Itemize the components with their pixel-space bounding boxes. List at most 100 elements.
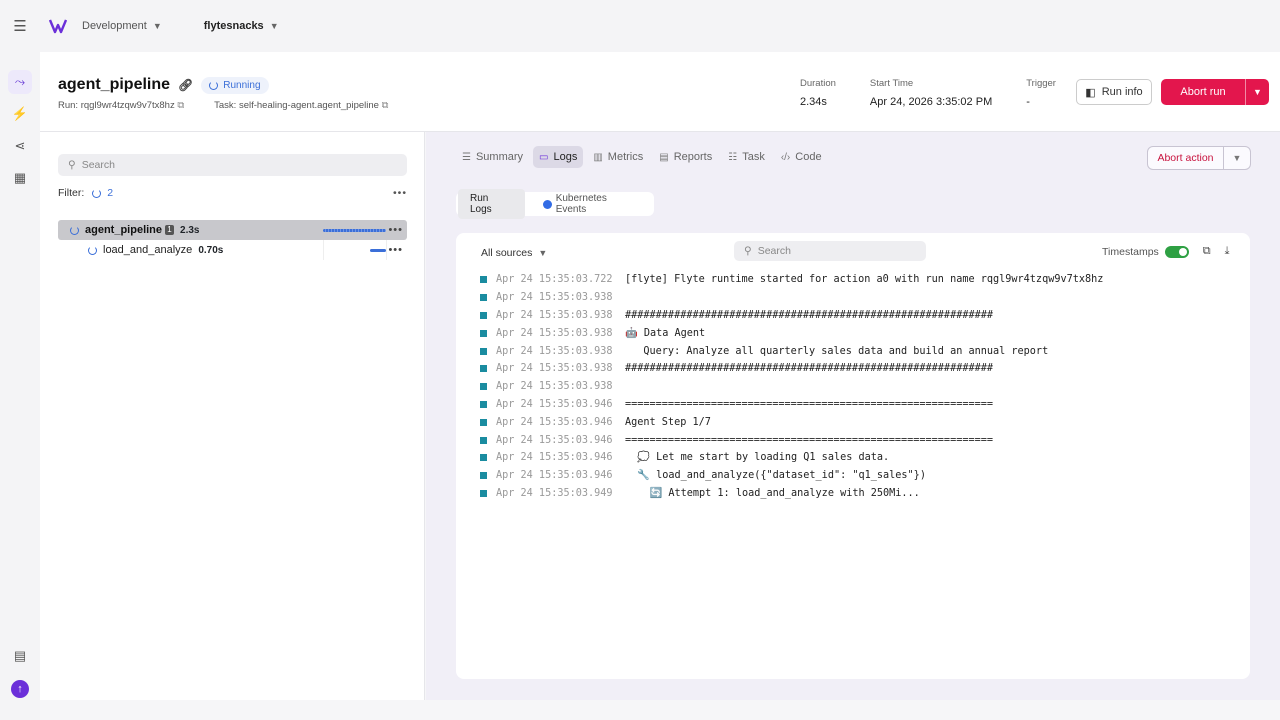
filter-label: Filter: xyxy=(58,187,85,199)
log-marker xyxy=(480,400,487,408)
search-placeholder: Search xyxy=(757,245,791,257)
triggers-icon[interactable]: ⚡ xyxy=(8,102,32,126)
log-lines: Apr 24 15:35:03.722 [flyte] Flyte runtime… xyxy=(480,271,1240,502)
task-id-text: Task: self-healing-agent.agent_pipeline xyxy=(214,100,379,111)
log-timestamp: Apr 24 15:35:03.938 xyxy=(496,381,613,393)
logo-icon[interactable] xyxy=(40,18,76,34)
abort-action-label: Abort action xyxy=(1157,152,1214,164)
abort-run-button[interactable]: Abort run ▼ xyxy=(1161,79,1269,105)
log-marker xyxy=(480,329,487,337)
status-badge: Running xyxy=(201,76,269,94)
subtab-label: Run Logs xyxy=(470,193,492,215)
tab-task[interactable]: ☷ Task xyxy=(722,146,771,168)
domain-selector[interactable]: flytesnacks ▼ xyxy=(204,20,279,32)
copy-icon[interactable]: ⧉ xyxy=(177,100,184,111)
timestamps-label: Timestamps xyxy=(1102,245,1159,258)
share-icon[interactable]: ⋖ xyxy=(8,134,32,158)
project-selector[interactable]: Development ▼ xyxy=(82,20,162,32)
filter-row: Filter: 2 ••• xyxy=(58,187,407,199)
menu-icon[interactable]: ☰ xyxy=(0,17,40,35)
log-message: ########################################… xyxy=(625,309,994,321)
tab-code[interactable]: ‹/› Code xyxy=(775,146,828,168)
spinner-icon xyxy=(70,225,79,235)
tab-logs[interactable]: ▭ Logs xyxy=(533,146,584,168)
log-marker xyxy=(480,365,487,373)
log-marker xyxy=(480,347,487,355)
panel-icon: ◧ xyxy=(1085,86,1096,99)
tab-label: Summary xyxy=(475,151,524,163)
spinner-icon xyxy=(88,245,97,255)
more-icon[interactable]: ••• xyxy=(388,244,403,256)
search-placeholder: Search xyxy=(81,159,115,171)
run-meta: Run: rqgl9wr4tzqw9v7tx8hz ⧉ Task: self-h… xyxy=(58,100,388,111)
log-line: Apr 24 15:35:03.938 xyxy=(480,289,1240,307)
log-line: Apr 24 15:35:03.946 💭 Let me start by lo… xyxy=(480,449,1240,467)
run-info-button[interactable]: ◧ Run info xyxy=(1076,79,1152,105)
log-timestamp: Apr 24 15:35:03.938 xyxy=(496,309,613,321)
log-timestamp: Apr 24 15:35:03.946 xyxy=(496,470,613,482)
duration-value: 2.34s xyxy=(800,96,827,108)
run-info-label: Run info xyxy=(1101,86,1143,98)
status-text: Running xyxy=(223,79,261,91)
tree-search-input[interactable]: ⚲ Search xyxy=(58,154,407,176)
tab-metrics[interactable]: ▥ Metrics xyxy=(587,146,649,168)
terminal-icon: ▭ xyxy=(539,151,549,163)
search-icon: ⚲ xyxy=(68,159,76,171)
log-marker xyxy=(480,454,487,462)
trigger-value: - xyxy=(1026,96,1030,108)
detail-tabs: ☰ Summary ▭ Logs ▥ Metrics ▤ Reports ☷ Task ‹… xyxy=(456,146,828,168)
trigger-label: Trigger xyxy=(1026,78,1056,89)
trigger-stat: Trigger - xyxy=(1026,78,1056,108)
log-line: Apr 24 15:35:03.938 #####################… xyxy=(480,307,1240,325)
tab-summary[interactable]: ☰ Summary xyxy=(456,146,529,168)
log-message: 💭 Let me start by loading Q1 sales data. xyxy=(625,452,890,464)
tab-run-logs[interactable]: Run Logs xyxy=(458,189,525,219)
log-timestamp: Apr 24 15:35:03.946 xyxy=(496,416,613,428)
copy-icon[interactable]: ⧉ xyxy=(382,100,389,111)
more-icon[interactable]: ••• xyxy=(393,187,407,199)
log-message: ########################################… xyxy=(625,363,994,375)
docs-icon[interactable]: ▤ xyxy=(8,644,32,668)
tab-reports[interactable]: ▤ Reports xyxy=(653,146,718,168)
log-search-input[interactable]: ⚲ Search xyxy=(734,241,926,261)
log-message: ========================================… xyxy=(625,434,994,446)
log-message: Agent Step 1/7 xyxy=(625,416,711,428)
chevron-down-icon[interactable]: ▼ xyxy=(1223,147,1250,169)
timestamps-toggle[interactable] xyxy=(1164,245,1189,258)
tab-label: Reports xyxy=(673,151,713,163)
download-icon[interactable]: ⤓ xyxy=(1225,245,1230,258)
tree-item-duration: 0.70s xyxy=(198,244,224,256)
report-icon: ▤ xyxy=(659,151,669,163)
count-badge: 1 xyxy=(165,225,175,235)
filter-status[interactable]: 2 xyxy=(92,187,113,199)
log-message: 🔄 Attempt 1: load_and_analyze with 250Mi… xyxy=(625,487,920,499)
task-id: Task: self-healing-agent.agent_pipeline … xyxy=(214,100,388,111)
sources-dropdown[interactable]: All sources ▼ xyxy=(481,247,547,259)
link-icon[interactable]: 🔗︎ xyxy=(178,78,193,92)
sources-label: All sources xyxy=(481,247,533,259)
timeline-bar xyxy=(323,229,386,232)
chevron-down-icon[interactable]: ▼ xyxy=(1245,79,1269,105)
apps-icon[interactable]: ▦ xyxy=(8,166,32,190)
filter-count: 2 xyxy=(107,187,114,199)
start-time-label: Start Time xyxy=(869,78,914,89)
log-timestamp: Apr 24 15:35:03.938 xyxy=(496,292,613,304)
list-icon: ☰ xyxy=(462,151,471,163)
more-icon[interactable]: ••• xyxy=(388,224,403,236)
tree-row[interactable]: agent_pipeline 1 2.3s ••• xyxy=(58,220,407,240)
timeline-bar xyxy=(370,249,386,252)
tree-row[interactable]: load_and_analyze 0.70s ••• xyxy=(58,240,407,260)
abort-run-label: Abort run xyxy=(1180,86,1226,98)
code-icon: ‹/› xyxy=(780,151,791,163)
log-marker xyxy=(480,383,487,391)
log-marker xyxy=(480,472,487,480)
chevron-down-icon: ▼ xyxy=(538,248,548,258)
copy-icon[interactable]: ⧉ xyxy=(1203,245,1211,258)
upgrade-icon[interactable]: ↑ xyxy=(11,680,29,698)
log-line: Apr 24 15:35:03.946 =====================… xyxy=(480,431,1240,449)
abort-action-button[interactable]: Abort action ▼ xyxy=(1147,146,1251,170)
tab-kubernetes-events[interactable]: Kubernetes Events xyxy=(531,189,652,219)
log-timestamp: Apr 24 15:35:03.949 xyxy=(496,487,613,499)
runs-icon[interactable]: ⤳ xyxy=(8,70,32,94)
tree-item-label: load_and_analyze xyxy=(103,244,193,256)
